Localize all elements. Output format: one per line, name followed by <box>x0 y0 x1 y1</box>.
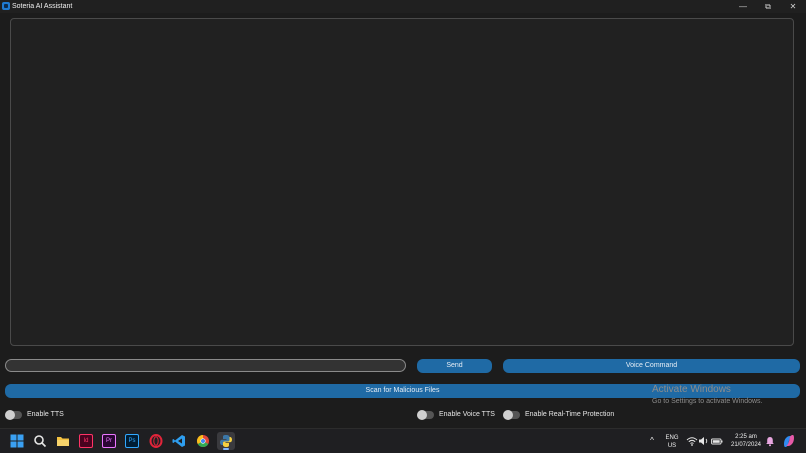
activate-windows-title: Activate Windows <box>652 384 731 395</box>
title-bar: Soteria AI Assistant — ⧉ ✕ <box>0 0 806 13</box>
file-explorer-icon[interactable] <box>56 434 70 448</box>
volume-icon[interactable] <box>698 434 712 448</box>
activate-windows-subtitle: Go to Settings to activate Windows. <box>652 398 763 405</box>
enable-voice-tts-label: Enable Voice TTS <box>439 411 495 418</box>
clock[interactable]: 2:25 am 21/07/2024 <box>726 433 766 449</box>
language-code: ENG <box>665 435 679 441</box>
tray-chevron-icon[interactable]: ^ <box>646 436 658 445</box>
switch-knob <box>503 410 513 420</box>
indesign-icon[interactable]: Id <box>79 434 93 448</box>
photoshop-icon[interactable]: Ps <box>125 434 139 448</box>
premiere-pro-icon[interactable]: Pr <box>102 434 116 448</box>
search-icon[interactable] <box>33 434 47 448</box>
window-title: Soteria AI Assistant <box>12 3 73 10</box>
python-app-icon[interactable] <box>217 432 235 450</box>
enable-realtime-protection-label: Enable Real-Time Protection <box>525 411 615 418</box>
clock-time: 2:25 am <box>735 434 757 440</box>
app-icon <box>2 2 10 10</box>
enable-tts-label: Enable TTS <box>27 411 64 418</box>
notification-bell-icon[interactable] <box>765 434 779 448</box>
switch-knob <box>5 410 15 420</box>
message-input[interactable] <box>5 359 406 372</box>
region-code: US <box>667 443 677 449</box>
chat-display[interactable] <box>10 18 794 346</box>
chrome-icon[interactable] <box>196 434 210 448</box>
copilot-icon[interactable] <box>782 434 796 448</box>
switch-knob <box>417 410 427 420</box>
send-button[interactable]: Send <box>417 359 492 373</box>
clock-date: 21/07/2024 <box>730 442 762 448</box>
minimize-button[interactable]: — <box>731 0 755 13</box>
opera-icon[interactable] <box>149 434 163 448</box>
photoshop-letters: Ps <box>128 438 136 444</box>
voice-command-button[interactable]: Voice Command <box>503 359 800 373</box>
indesign-letters: Id <box>83 438 89 444</box>
premiere-letters: Pr <box>106 438 112 444</box>
active-app-indicator <box>223 448 229 450</box>
battery-icon[interactable] <box>711 434 725 448</box>
taskbar: Id Pr Ps ^ ENG US 2:25 am 21/07/2024 <box>0 428 806 453</box>
start-icon[interactable] <box>10 434 24 448</box>
language-indicator[interactable]: ENG US <box>662 434 682 450</box>
vscode-icon[interactable] <box>172 434 186 448</box>
close-button[interactable]: ✕ <box>781 0 805 13</box>
maximize-button[interactable]: ⧉ <box>756 0 780 13</box>
